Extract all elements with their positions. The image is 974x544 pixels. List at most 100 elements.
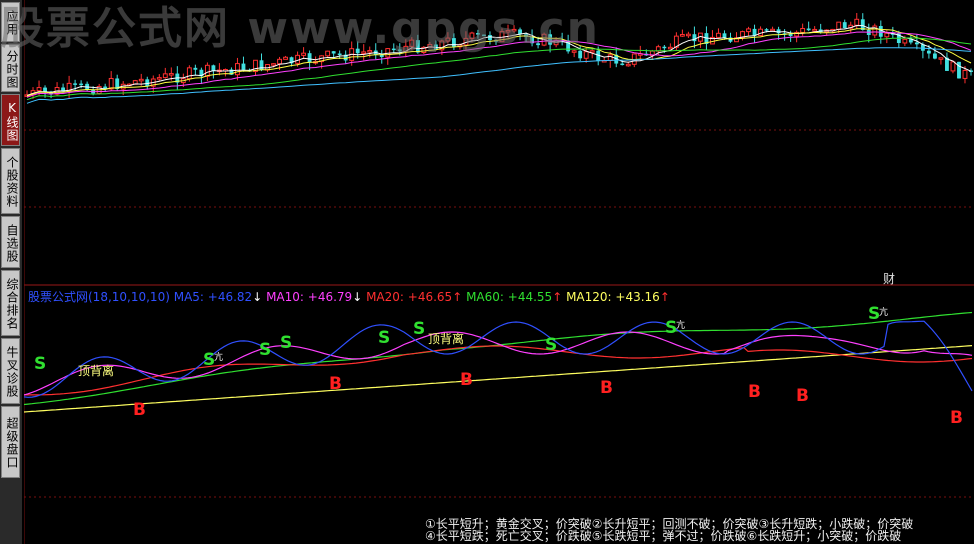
candle-body — [914, 42, 919, 45]
candle-body — [36, 87, 42, 92]
candle-body — [752, 28, 757, 36]
candle-body — [162, 73, 168, 79]
candle-body — [800, 28, 806, 33]
candle-body — [842, 22, 847, 29]
candle-body — [259, 60, 264, 71]
candle-body — [854, 18, 860, 26]
candle-body — [836, 21, 842, 30]
tab-watchlist[interactable]: 自选股 — [1, 216, 20, 268]
candle-body — [667, 46, 673, 50]
sell-signal: S — [545, 335, 558, 355]
candle-body — [962, 69, 968, 79]
indicator-name[interactable]: 股票公式网(18,10,10,10) — [28, 290, 170, 304]
candle-body — [295, 54, 300, 64]
sell-signal: S — [34, 354, 47, 374]
finance-badge[interactable]: 财 — [883, 270, 895, 287]
sell-signal: S — [280, 333, 293, 353]
ma5-line — [24, 320, 973, 398]
ma120-arrow: ↑ — [659, 290, 670, 304]
candle-body — [926, 50, 931, 54]
tab-super-quote[interactable]: 超级盘口 — [1, 406, 20, 478]
sell-signal: S — [378, 328, 391, 348]
candle-body — [662, 46, 667, 49]
candle-body — [138, 78, 144, 82]
legend-notes: ①长平短升；黄金交叉；价突破②长升短平；回测不破；价突破③长升短跌；小跌破；价突… — [425, 518, 913, 542]
indicator-header: 股票公式网(18,10,10,10) MA5: +46.82↓ MA10: +4… — [28, 288, 670, 305]
candle-body — [812, 28, 818, 32]
buy-signal: B — [600, 378, 613, 398]
candle-body — [950, 61, 956, 72]
chart-area[interactable] — [24, 0, 974, 544]
candle-body — [932, 53, 937, 59]
ma120-line — [24, 345, 973, 413]
kang-mark: 亢 — [676, 321, 686, 331]
ma20-value: MA20: +46.65 — [366, 290, 453, 304]
ma10-line — [24, 331, 973, 396]
candle-body — [43, 87, 47, 92]
stock-chart-app: 应用 分时图 K线图 个股资料 自选股 综合排名 牛叉诊股 超级盘口 股票公式网… — [0, 0, 974, 544]
buy-signal: B — [133, 400, 146, 420]
legend-line-2: ④长平短跌；死亡交叉；价跌破⑤长跌短平；弹不过；价跌破⑥长跌短升；小突破；价跌破 — [425, 529, 902, 543]
tab-kline-chart[interactable]: K线图 — [1, 94, 20, 146]
candle-body — [156, 77, 162, 80]
ma5-arrow: ↓ — [252, 290, 263, 304]
candle-body — [211, 65, 216, 71]
kang-mark: 亢 — [879, 308, 889, 318]
candle-body — [776, 29, 781, 34]
price-ma-line — [26, 47, 972, 104]
ma5-value: MA5: +46.82 — [173, 290, 253, 304]
candle-body — [902, 38, 908, 44]
buy-signal: B — [950, 408, 963, 428]
watermark: 股票公式网 www.gpgs.cn — [0, 3, 600, 54]
candle-body — [685, 33, 691, 37]
candle-body — [168, 73, 174, 76]
ma60-arrow: ↑ — [552, 290, 563, 304]
candle-body — [625, 63, 631, 67]
candle-body — [73, 83, 78, 85]
candle-body — [679, 33, 685, 37]
ma20-line — [24, 345, 973, 396]
tab-stock-profile[interactable]: 个股资料 — [1, 148, 20, 214]
indicator-lines — [24, 311, 973, 413]
candle-body — [806, 28, 811, 31]
candle-body — [770, 28, 776, 32]
top-divergence-label: 顶背离 — [428, 332, 465, 346]
sidebar: 应用 分时图 K线图 个股资料 自选股 综合排名 牛叉诊股 超级盘口 — [0, 0, 22, 544]
buy-signal: B — [460, 370, 473, 390]
candle-body — [878, 26, 883, 37]
ma20-arrow: ↑ — [452, 290, 463, 304]
candle-body — [884, 32, 890, 38]
candle-body — [607, 54, 613, 61]
sell-signal: S — [259, 340, 272, 360]
candle-body — [271, 63, 276, 66]
buy-signal: B — [796, 386, 809, 406]
candle-body — [764, 29, 769, 31]
sell-signal: S — [413, 319, 426, 339]
candle-body — [79, 83, 84, 86]
candle-body — [193, 67, 198, 70]
tab-bull-diagnosis[interactable]: 牛叉诊股 — [1, 338, 20, 404]
candle-body — [235, 63, 240, 76]
top-divergence-label: 顶背离 — [78, 364, 115, 378]
candle-body — [938, 57, 944, 60]
candle-body — [283, 56, 288, 60]
candle-body — [186, 67, 192, 80]
ma60-value: MA60: +44.55 — [466, 290, 553, 304]
candle-body — [204, 64, 210, 77]
ma60-line — [24, 311, 973, 406]
ma120-value: MA120: +43.16 — [566, 290, 660, 304]
chart-grid — [24, 0, 974, 544]
buy-signal: B — [748, 382, 761, 402]
candle-body — [722, 33, 727, 38]
candle-body — [716, 32, 721, 38]
candle-body — [746, 28, 751, 33]
buy-signal: B — [329, 374, 342, 394]
ma10-arrow: ↓ — [352, 290, 363, 304]
ma10-value: MA10: +46.79 — [266, 290, 353, 304]
candle-body — [277, 58, 282, 65]
tab-ranking[interactable]: 综合排名 — [1, 270, 20, 336]
candle-body — [241, 63, 246, 70]
kang-mark: 亢 — [214, 353, 224, 363]
candle-body — [108, 77, 114, 90]
candle-body — [145, 79, 150, 87]
